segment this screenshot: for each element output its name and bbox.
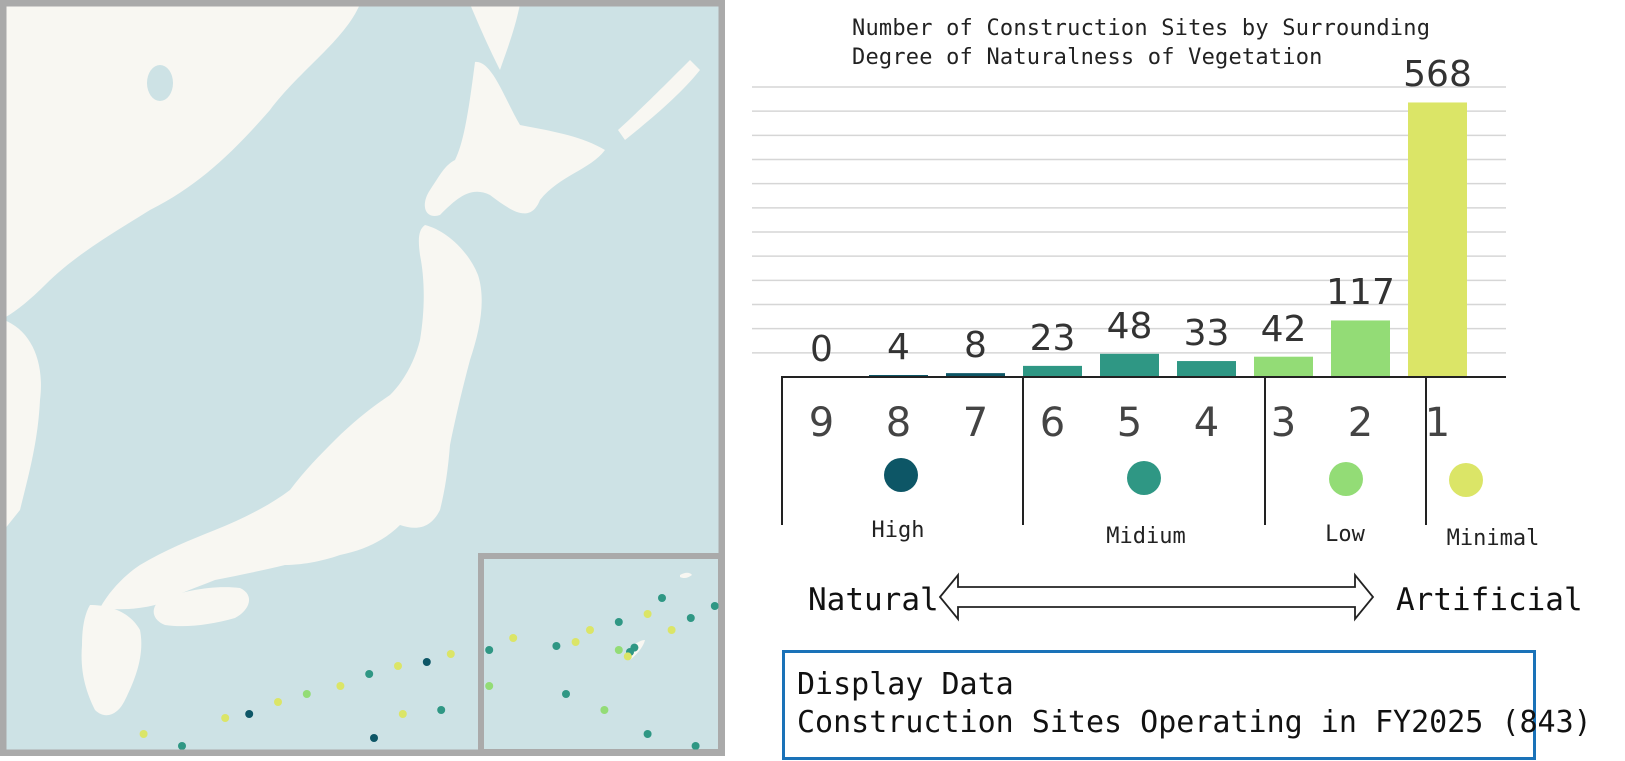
display-box-description: Construction Sites Operating in FY2025 (… bbox=[797, 705, 1592, 740]
map-canvas[interactable] bbox=[0, 0, 726, 757]
site-point[interactable] bbox=[446, 650, 455, 658]
chart-panel: Number of Construction Sites by Surround… bbox=[725, 0, 1625, 761]
bar-1 bbox=[1408, 102, 1467, 377]
japan-map[interactable] bbox=[0, 0, 726, 757]
high-level-dot bbox=[884, 458, 918, 492]
group-label-high: High bbox=[871, 518, 925, 543]
low-level-dot bbox=[1329, 462, 1363, 496]
site-point[interactable] bbox=[394, 662, 402, 670]
group-label-medium: Midium bbox=[1106, 524, 1186, 549]
tick-label-5: 5 bbox=[1116, 400, 1143, 446]
okinawa-inset bbox=[478, 553, 724, 755]
value-label-8: 4 bbox=[887, 327, 910, 368]
site-point[interactable] bbox=[398, 710, 407, 718]
inset-site-point[interactable] bbox=[630, 643, 639, 652]
site-point[interactable] bbox=[139, 730, 148, 738]
bar-5 bbox=[1100, 353, 1159, 377]
value-label-2: 117 bbox=[1326, 272, 1395, 314]
site-point[interactable] bbox=[365, 670, 374, 678]
group-label-minimal: Minimal bbox=[1446, 526, 1540, 551]
tick-label-8: 8 bbox=[885, 400, 912, 446]
site-point[interactable] bbox=[686, 614, 695, 622]
site-point[interactable] bbox=[571, 638, 580, 646]
value-label-7: 8 bbox=[964, 325, 987, 367]
site-point[interactable] bbox=[221, 714, 230, 722]
site-point[interactable] bbox=[614, 646, 623, 654]
site-point[interactable] bbox=[643, 610, 652, 618]
bar-6 bbox=[1023, 365, 1082, 377]
display-box-title: Display Data bbox=[797, 667, 1014, 702]
medium-level-dot bbox=[1127, 461, 1161, 495]
natural-label: Natural bbox=[808, 582, 939, 618]
value-label-9: 0 bbox=[810, 329, 833, 370]
value-label-4: 33 bbox=[1183, 313, 1230, 355]
bar-3 bbox=[1254, 356, 1313, 377]
bar-2 bbox=[1331, 320, 1390, 377]
tick-label-7: 7 bbox=[962, 400, 989, 446]
bar-chart bbox=[752, 86, 1506, 622]
site-point[interactable] bbox=[509, 634, 518, 642]
site-point[interactable] bbox=[552, 642, 561, 650]
tick-label-3: 3 bbox=[1270, 400, 1297, 446]
artificial-label: Artificial bbox=[1396, 582, 1583, 618]
value-label-3: 42 bbox=[1260, 308, 1307, 350]
site-point[interactable] bbox=[178, 742, 186, 750]
group-label-low: Low bbox=[1325, 522, 1365, 547]
site-point[interactable] bbox=[485, 646, 494, 654]
site-point[interactable] bbox=[302, 690, 311, 698]
tick-label-1: 1 bbox=[1424, 400, 1451, 446]
lake bbox=[147, 65, 173, 101]
minimal-level-dot bbox=[1449, 463, 1483, 497]
site-point[interactable] bbox=[586, 626, 594, 634]
site-point[interactable] bbox=[336, 682, 345, 690]
site-point[interactable] bbox=[710, 602, 719, 610]
natural-artificial-arrow bbox=[938, 572, 1375, 622]
site-point[interactable] bbox=[667, 626, 676, 634]
display-data-box: Display Data Construction Sites Operatin… bbox=[782, 650, 1592, 760]
tick-label-6: 6 bbox=[1039, 400, 1066, 446]
site-point[interactable] bbox=[274, 698, 282, 706]
site-point[interactable] bbox=[437, 706, 446, 714]
tick-label-2: 2 bbox=[1347, 400, 1374, 446]
site-point[interactable] bbox=[643, 730, 652, 738]
value-label-6: 23 bbox=[1029, 317, 1076, 359]
site-point[interactable] bbox=[245, 710, 254, 718]
site-point[interactable] bbox=[422, 658, 431, 666]
site-point[interactable] bbox=[691, 742, 700, 750]
site-point[interactable] bbox=[658, 594, 666, 602]
tick-label-9: 9 bbox=[808, 400, 835, 446]
site-point[interactable] bbox=[485, 682, 494, 690]
site-point[interactable] bbox=[562, 690, 570, 698]
bar-4 bbox=[1177, 361, 1236, 377]
value-label-5: 48 bbox=[1106, 305, 1153, 347]
value-label-1: 568 bbox=[1403, 54, 1472, 96]
site-point[interactable] bbox=[600, 706, 609, 714]
site-point[interactable] bbox=[370, 734, 378, 742]
inset-site-point[interactable] bbox=[623, 652, 632, 661]
tick-label-4: 4 bbox=[1193, 400, 1220, 446]
site-point[interactable] bbox=[614, 618, 623, 626]
